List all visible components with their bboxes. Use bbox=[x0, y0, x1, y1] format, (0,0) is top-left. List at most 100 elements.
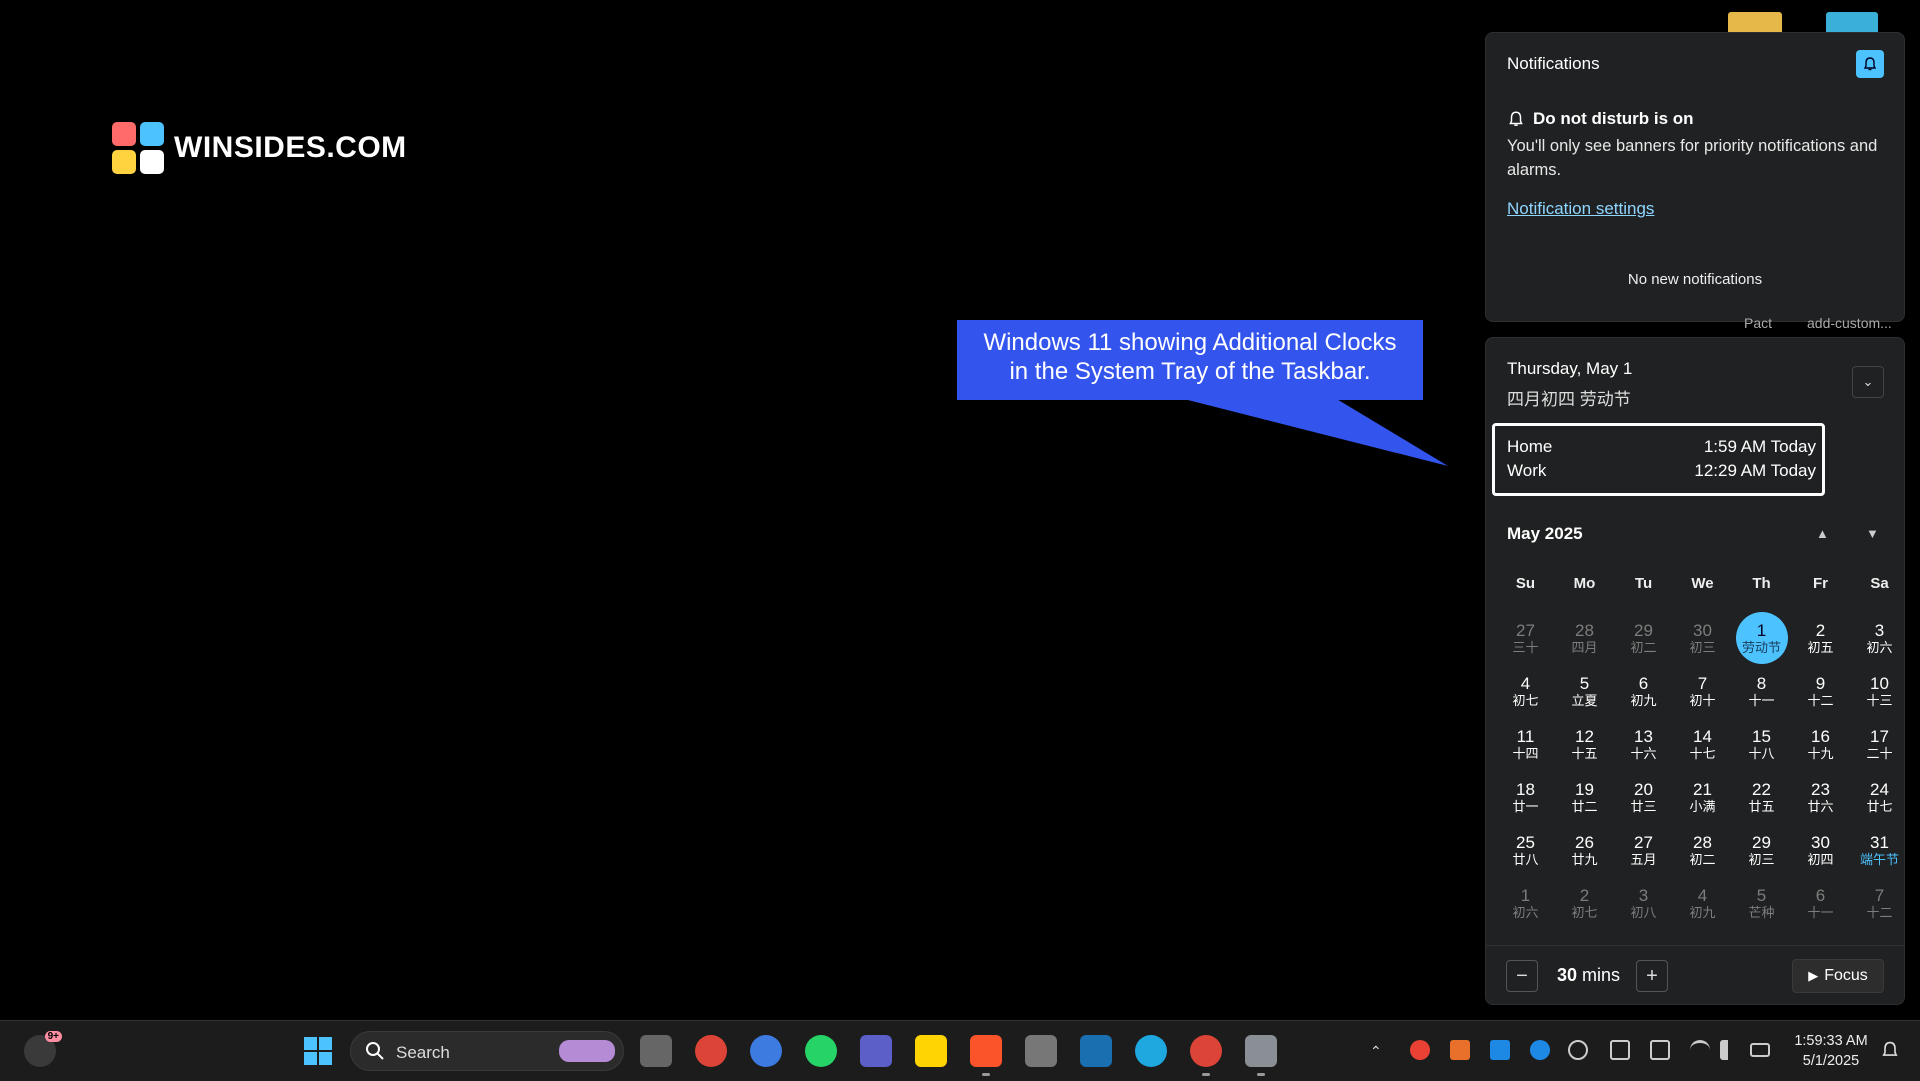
calendar-day-today[interactable]: 1劳动节 bbox=[1736, 612, 1788, 664]
calendar-day[interactable]: 7十二 bbox=[1854, 877, 1906, 929]
decrease-focus-button[interactable]: − bbox=[1506, 960, 1538, 992]
calendar-day[interactable]: 14十七 bbox=[1677, 718, 1729, 770]
calendar-day[interactable]: 29初三 bbox=[1736, 824, 1788, 876]
bluetooth-icon[interactable] bbox=[1530, 1040, 1550, 1060]
running-indicator bbox=[1202, 1073, 1210, 1076]
lunar-day-label: 初六 bbox=[1866, 640, 1892, 655]
calendar-day[interactable]: 4初七 bbox=[1500, 665, 1552, 717]
calendar-day[interactable]: 6十一 bbox=[1795, 877, 1847, 929]
edge-icon[interactable] bbox=[1135, 1035, 1167, 1067]
calendar-day[interactable]: 24廿七 bbox=[1854, 771, 1906, 823]
weather-widget-icon[interactable]: 9+ bbox=[24, 1035, 56, 1067]
volume-icon[interactable] bbox=[1720, 1040, 1740, 1060]
task-view-icon[interactable] bbox=[640, 1035, 672, 1067]
calendar-day[interactable]: 6初九 bbox=[1618, 665, 1670, 717]
calendar-day[interactable]: 27三十 bbox=[1500, 612, 1552, 664]
calendar-week-row: 25廿八26廿九27五月28初二29初三30初四31端午节 bbox=[1496, 824, 1896, 877]
whatsapp-icon[interactable] bbox=[805, 1035, 837, 1067]
security-app-icon[interactable] bbox=[1025, 1035, 1057, 1067]
taskbar-clock[interactable]: 1:59:33 AM 5/1/2025 bbox=[1785, 1031, 1877, 1071]
day-number: 15 bbox=[1752, 727, 1771, 746]
brave-icon[interactable] bbox=[970, 1035, 1002, 1067]
lunar-day-label: 初七 bbox=[1571, 905, 1597, 920]
calendar-day[interactable]: 4初九 bbox=[1677, 877, 1729, 929]
calendar-day[interactable]: 28四月 bbox=[1559, 612, 1611, 664]
calendar-day[interactable]: 5芒种 bbox=[1736, 877, 1788, 929]
month-title[interactable]: May 2025 bbox=[1507, 524, 1583, 544]
chrome-profile-icon[interactable] bbox=[1190, 1035, 1222, 1067]
calendar-day[interactable]: 27五月 bbox=[1618, 824, 1670, 876]
calendar-day[interactable]: 18廿一 bbox=[1500, 771, 1552, 823]
wifi-icon[interactable] bbox=[1690, 1040, 1710, 1060]
settings-app-icon[interactable] bbox=[1245, 1035, 1277, 1067]
collapse-calendar-button[interactable]: ⌄ bbox=[1852, 366, 1884, 398]
tray-chrome-icon[interactable] bbox=[1410, 1040, 1430, 1060]
additional-clocks-box: Home 1:59 AM Today Work 12:29 AM Today bbox=[1492, 423, 1825, 496]
calendar-day[interactable]: 26廿九 bbox=[1559, 824, 1611, 876]
calendar-day[interactable]: 1初六 bbox=[1500, 877, 1552, 929]
calendar-day[interactable]: 3初八 bbox=[1618, 877, 1670, 929]
taskbar-date: 5/1/2025 bbox=[1785, 1051, 1877, 1071]
chrome-icon[interactable] bbox=[695, 1035, 727, 1067]
notification-settings-link[interactable]: Notification settings bbox=[1507, 199, 1654, 219]
lunar-day-label: 廿五 bbox=[1748, 799, 1774, 814]
calendar-day[interactable]: 30初四 bbox=[1795, 824, 1847, 876]
calendar-day[interactable]: 21小满 bbox=[1677, 771, 1729, 823]
calendar-day[interactable]: 13十六 bbox=[1618, 718, 1670, 770]
calendar-day[interactable]: 16十九 bbox=[1795, 718, 1847, 770]
taskbar-search-box[interactable]: Search bbox=[350, 1031, 624, 1071]
calendar-day[interactable]: 17二十 bbox=[1854, 718, 1906, 770]
calendar-day[interactable]: 23廿六 bbox=[1795, 771, 1847, 823]
calendar-day[interactable]: 12十五 bbox=[1559, 718, 1611, 770]
lunar-day-label: 廿九 bbox=[1571, 852, 1597, 867]
calendar-day[interactable]: 25廿八 bbox=[1500, 824, 1552, 876]
notifications-panel: Notifications Do not disturb is on You'l… bbox=[1485, 32, 1905, 322]
calendar-lunar-date: 四月初四 劳动节 bbox=[1507, 385, 1631, 410]
start-button[interactable] bbox=[302, 1035, 334, 1067]
sync-icon[interactable] bbox=[1568, 1040, 1588, 1060]
lunar-day-label: 十六 bbox=[1630, 746, 1656, 761]
calendar-day[interactable]: 19廿二 bbox=[1559, 771, 1611, 823]
day-number: 1 bbox=[1757, 621, 1766, 640]
calendar-day[interactable]: 30初三 bbox=[1677, 612, 1729, 664]
battery-icon[interactable] bbox=[1750, 1043, 1770, 1057]
calendar-day[interactable]: 7初十 bbox=[1677, 665, 1729, 717]
previous-month-button[interactable]: ▲ bbox=[1816, 526, 1829, 541]
lunar-day-label: 十七 bbox=[1689, 746, 1715, 761]
winsides-logo: WINSIDES.COM bbox=[112, 122, 407, 174]
sticky-notes-icon[interactable] bbox=[915, 1035, 947, 1067]
lunar-day-label: 十五 bbox=[1571, 746, 1597, 761]
focus-button[interactable]: ▶ Focus bbox=[1792, 959, 1884, 993]
running-indicator bbox=[1257, 1073, 1265, 1076]
calendar-day[interactable]: 2初五 bbox=[1795, 612, 1847, 664]
calendar-day[interactable]: 28初二 bbox=[1677, 824, 1729, 876]
calendar-day[interactable]: 5立夏 bbox=[1559, 665, 1611, 717]
notification-bell-icon[interactable] bbox=[1880, 1040, 1900, 1060]
lunar-day-label: 初五 bbox=[1807, 640, 1833, 655]
increase-focus-button[interactable]: + bbox=[1636, 960, 1668, 992]
tray-app-icon[interactable] bbox=[1450, 1040, 1470, 1060]
calendar-day[interactable]: 10十三 bbox=[1854, 665, 1906, 717]
shield-icon[interactable] bbox=[1490, 1040, 1510, 1060]
calendar-day[interactable]: 3初六 bbox=[1854, 612, 1906, 664]
teams-icon[interactable] bbox=[860, 1035, 892, 1067]
chevron-up-icon[interactable]: ⌃ bbox=[1370, 1043, 1390, 1063]
calendar-day[interactable]: 15十八 bbox=[1736, 718, 1788, 770]
next-month-button[interactable]: ▼ bbox=[1866, 526, 1879, 541]
calendar-day[interactable]: 9十二 bbox=[1795, 665, 1847, 717]
keyboard-icon[interactable] bbox=[1610, 1040, 1630, 1060]
calendar-week-row: 18廿一19廿二20廿三21小满22廿五23廿六24廿七 bbox=[1496, 771, 1896, 824]
calendar-day[interactable]: 31端午节 bbox=[1854, 824, 1906, 876]
sync-app-icon[interactable] bbox=[750, 1035, 782, 1067]
calendar-day[interactable]: 22廿五 bbox=[1736, 771, 1788, 823]
calendar-day[interactable]: 2初七 bbox=[1559, 877, 1611, 929]
display-icon[interactable] bbox=[1650, 1040, 1670, 1060]
lunar-day-label: 廿六 bbox=[1807, 799, 1833, 814]
calendar-day[interactable]: 20廿三 bbox=[1618, 771, 1670, 823]
terminal-app-icon[interactable] bbox=[1080, 1035, 1112, 1067]
calendar-day[interactable]: 8十一 bbox=[1736, 665, 1788, 717]
calendar-day[interactable]: 29初二 bbox=[1618, 612, 1670, 664]
desktop-label-add-custom: add-custom... bbox=[1807, 315, 1892, 331]
calendar-day[interactable]: 11十四 bbox=[1500, 718, 1552, 770]
do-not-disturb-toggle[interactable] bbox=[1856, 50, 1884, 78]
